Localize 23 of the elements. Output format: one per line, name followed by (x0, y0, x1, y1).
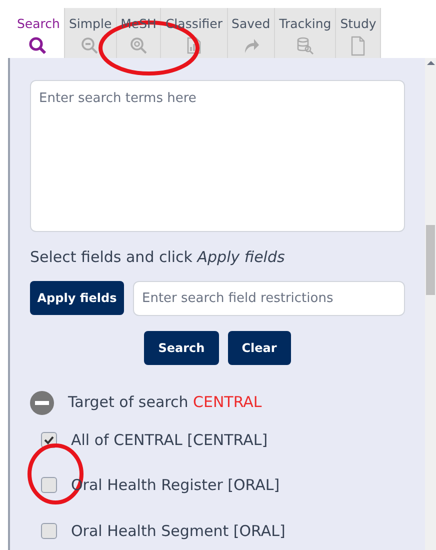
scrollbar[interactable] (425, 58, 436, 550)
checkbox-label: Oral Health Segment [ORAL] (71, 520, 286, 542)
magnifier-icon (128, 36, 149, 56)
database-search-icon (295, 36, 316, 56)
instruction-text: Select fields and click Apply fields (30, 247, 285, 268)
search-icon (28, 36, 48, 56)
checkbox[interactable] (41, 522, 57, 539)
tab[interactable]: Simple (64, 8, 117, 58)
field-restrictions-field[interactable]: Enter search field restrictions (133, 280, 405, 316)
tab[interactable]: Study (336, 8, 382, 58)
clear-button[interactable]: Clear (228, 330, 291, 364)
apply-fields-button[interactable]: Apply fields (30, 281, 124, 315)
search-button[interactable]: Search (144, 330, 219, 364)
search-terms-field[interactable]: Enter search terms here (30, 80, 405, 232)
checkbox[interactable] (41, 477, 57, 494)
tab[interactable]: Saved (228, 8, 276, 58)
target-label: Target of search CENTRAL (68, 392, 262, 414)
check-icon (43, 434, 55, 446)
zoom-out-icon (80, 36, 100, 56)
tab[interactable]: Tracking (275, 8, 336, 58)
checkbox-label: All of CENTRAL [CENTRAL] (71, 430, 268, 450)
tab[interactable]: Classifier (161, 8, 228, 58)
collapse-icon[interactable] (30, 390, 54, 414)
